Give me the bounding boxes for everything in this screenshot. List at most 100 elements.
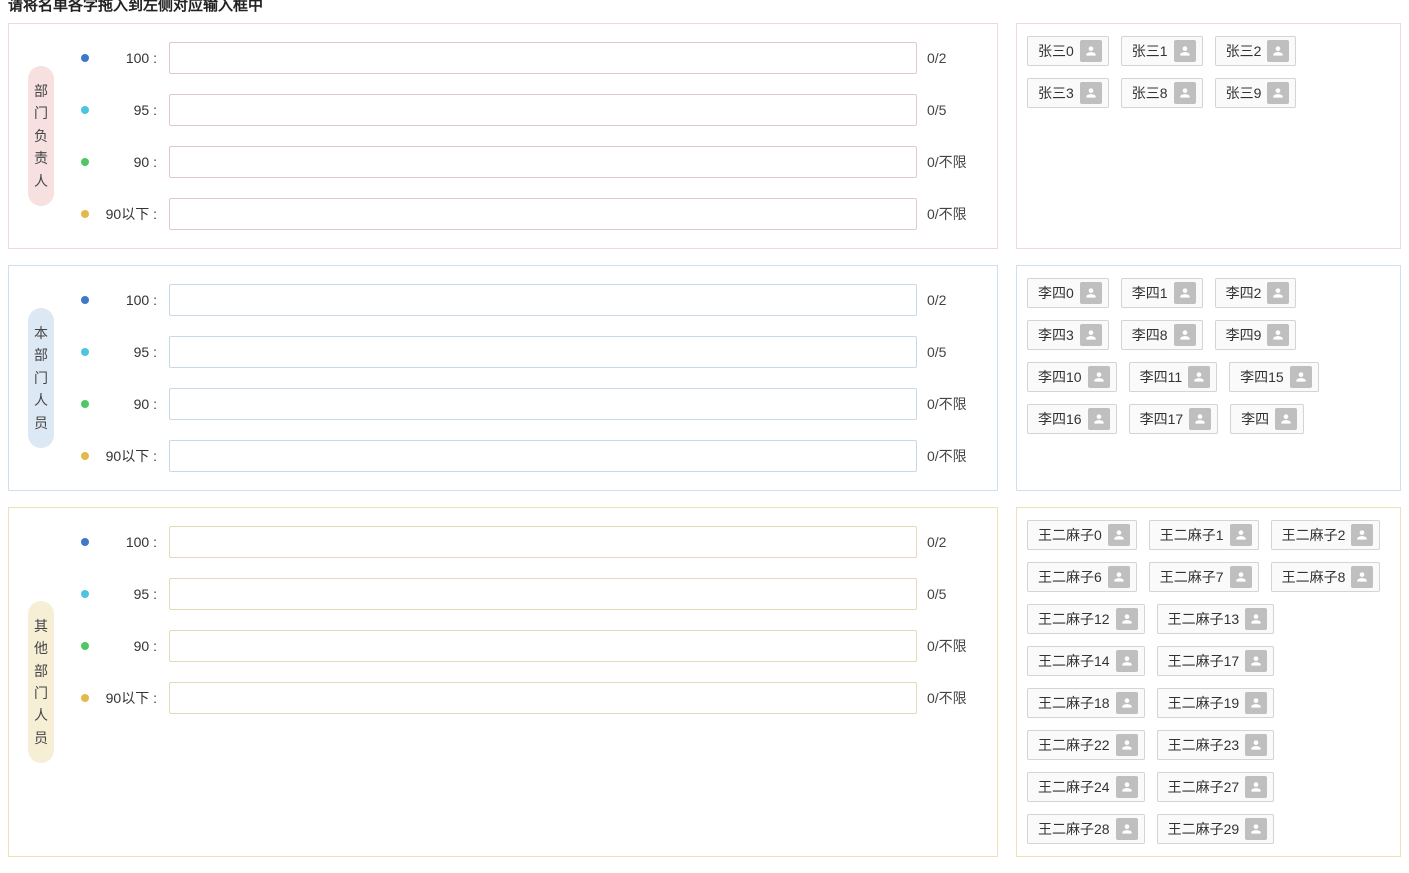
score-row: 90 :0/不限 [81, 630, 977, 662]
person-name: 张三0 [1038, 41, 1074, 61]
avatar-icon [1116, 818, 1138, 840]
person-name: 李四1 [1132, 283, 1168, 303]
score-counter: 0/2 [927, 292, 977, 308]
person-chip[interactable]: 王二麻子13 [1157, 604, 1275, 634]
person-chip[interactable]: 王二麻子18 [1027, 688, 1145, 718]
person-chip[interactable]: 王二麻子12 [1027, 604, 1145, 634]
score-dot-icon [81, 296, 89, 304]
drop-target-input[interactable] [169, 42, 917, 74]
avatar-icon [1108, 566, 1130, 588]
person-name: 李四17 [1140, 409, 1184, 429]
person-chip[interactable]: 李四9 [1215, 320, 1297, 350]
avatar-icon [1088, 408, 1110, 430]
avatar-icon [1080, 282, 1102, 304]
drop-target-input[interactable] [169, 388, 917, 420]
person-chip[interactable]: 李四16 [1027, 404, 1117, 434]
score-row: 100 :0/2 [81, 42, 977, 74]
score-counter: 0/不限 [927, 152, 977, 172]
person-chip[interactable]: 张三1 [1121, 36, 1203, 66]
person-name: 李四8 [1132, 325, 1168, 345]
drop-panel: 部门负责人100 :0/295 :0/590 :0/不限90以下 :0/不限 [8, 23, 998, 249]
person-name: 张三1 [1132, 41, 1168, 61]
person-chip[interactable]: 李四17 [1129, 404, 1219, 434]
person-chip[interactable]: 李四 [1230, 404, 1304, 434]
people-pool: 王二麻子0 王二麻子1 王二麻子2 王二麻子6 王二麻子7 王二麻子8 王二麻子12 王二麻子… [1016, 507, 1401, 857]
person-name: 张三3 [1038, 83, 1074, 103]
drop-target-input[interactable] [169, 146, 917, 178]
person-chip[interactable]: 王二麻子29 [1157, 814, 1275, 844]
person-name: 王二麻子17 [1168, 651, 1240, 671]
person-name: 王二麻子8 [1282, 567, 1346, 587]
drop-target-input[interactable] [169, 94, 917, 126]
score-counter: 0/不限 [927, 446, 977, 466]
section-dept-head: 部门负责人100 :0/295 :0/590 :0/不限90以下 :0/不限张三… [8, 23, 1401, 249]
score-label: 90以下 : [99, 204, 159, 224]
score-label: 90 : [99, 154, 159, 170]
score-row: 90以下 : 0/不限 [81, 198, 977, 230]
score-counter: 0/2 [927, 50, 977, 66]
person-chip[interactable]: 王二麻子8 [1271, 562, 1381, 592]
score-dot-icon [81, 54, 89, 62]
person-chip[interactable]: 张三2 [1215, 36, 1297, 66]
person-chip[interactable]: 王二麻子23 [1157, 730, 1275, 760]
person-chip[interactable]: 张三8 [1121, 78, 1203, 108]
avatar-icon [1267, 282, 1289, 304]
drop-target-input[interactable] [169, 526, 917, 558]
person-chip[interactable]: 李四1 [1121, 278, 1203, 308]
person-chip[interactable]: 李四3 [1027, 320, 1109, 350]
drop-target-input[interactable] [169, 284, 917, 316]
avatar-icon [1245, 692, 1267, 714]
drop-target-input[interactable] [169, 682, 917, 714]
person-chip[interactable]: 张三3 [1027, 78, 1109, 108]
person-chip[interactable]: 王二麻子17 [1157, 646, 1275, 676]
person-name: 王二麻子13 [1168, 609, 1240, 629]
drop-target-input[interactable] [169, 578, 917, 610]
person-chip[interactable]: 张三9 [1215, 78, 1297, 108]
avatar-icon [1245, 608, 1267, 630]
person-name: 王二麻子24 [1038, 777, 1110, 797]
avatar-icon [1080, 324, 1102, 346]
person-chip[interactable]: 李四0 [1027, 278, 1109, 308]
avatar-icon [1088, 366, 1110, 388]
person-chip[interactable]: 李四2 [1215, 278, 1297, 308]
drop-panel: 本部门人员100 :0/295 :0/590 :0/不限90以下 :0/不限 [8, 265, 998, 491]
drop-panel: 其他部门人员100 :0/295 :0/590 :0/不限90以下 :0/不限 [8, 507, 998, 857]
drop-target-input[interactable] [169, 440, 917, 472]
score-dot-icon [81, 694, 89, 702]
person-chip[interactable]: 王二麻子27 [1157, 772, 1275, 802]
people-pool: 张三0 张三1 张三2 张三3 张三8 张三9 [1016, 23, 1401, 249]
person-name: 李四 [1241, 409, 1269, 429]
person-chip[interactable]: 李四10 [1027, 362, 1117, 392]
person-name: 王二麻子6 [1038, 567, 1102, 587]
person-chip[interactable]: 李四8 [1121, 320, 1203, 350]
person-chip[interactable]: 王二麻子0 [1027, 520, 1137, 550]
section-other-dept: 其他部门人员100 :0/295 :0/590 :0/不限90以下 :0/不限王… [8, 507, 1401, 857]
person-name: 王二麻子12 [1038, 609, 1110, 629]
person-name: 李四15 [1240, 367, 1284, 387]
person-chip[interactable]: 王二麻子2 [1271, 520, 1381, 550]
person-chip[interactable]: 王二麻子7 [1149, 562, 1259, 592]
score-counter: 0/5 [927, 344, 977, 360]
person-chip[interactable]: 李四11 [1129, 362, 1218, 392]
score-label: 95 : [99, 586, 159, 602]
person-chip[interactable]: 王二麻子24 [1027, 772, 1145, 802]
drop-target-input[interactable] [169, 630, 917, 662]
person-name: 李四16 [1038, 409, 1082, 429]
drop-target-input[interactable] [169, 198, 917, 230]
score-counter: 0/5 [927, 586, 977, 602]
person-chip[interactable]: 王二麻子6 [1027, 562, 1137, 592]
person-chip[interactable]: 王二麻子19 [1157, 688, 1275, 718]
person-chip[interactable]: 王二麻子14 [1027, 646, 1145, 676]
avatar-icon [1116, 692, 1138, 714]
person-name: 王二麻子0 [1038, 525, 1102, 545]
person-chip[interactable]: 王二麻子1 [1149, 520, 1259, 550]
score-counter: 0/不限 [927, 204, 977, 224]
avatar-icon [1245, 776, 1267, 798]
person-chip[interactable]: 王二麻子22 [1027, 730, 1145, 760]
drop-target-input[interactable] [169, 336, 917, 368]
person-chip[interactable]: 李四15 [1229, 362, 1319, 392]
person-chip[interactable]: 张三0 [1027, 36, 1109, 66]
avatar-icon [1275, 408, 1297, 430]
person-chip[interactable]: 王二麻子28 [1027, 814, 1145, 844]
person-name: 李四3 [1038, 325, 1074, 345]
